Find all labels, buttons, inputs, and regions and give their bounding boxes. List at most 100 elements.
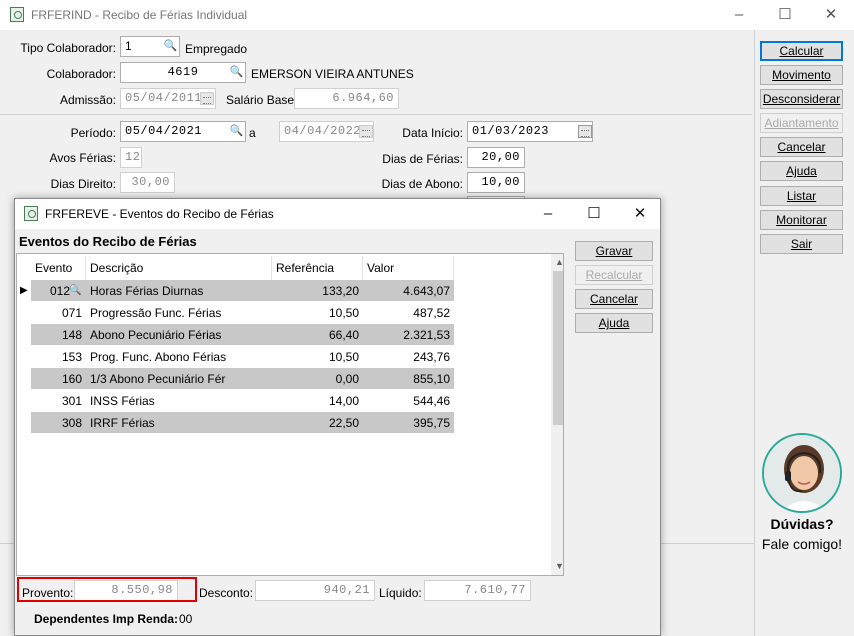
grid-vertical-scrollbar[interactable]: ▲ ▼ <box>551 254 563 575</box>
dialog-title-bar: FRFEREVE - Eventos do Recibo de Férias –… <box>15 199 660 229</box>
section-divider <box>0 114 752 115</box>
table-row[interactable]: 308 IRRF Férias 22,50 395,75 <box>17 412 457 434</box>
tipo-colaborador-search-icon[interactable]: 🔍 <box>162 37 179 56</box>
desconto-label: Desconto: <box>199 586 254 600</box>
periodo-fim-calendar-icon <box>359 125 373 138</box>
close-icon[interactable]: ✕ <box>808 0 854 30</box>
colaborador-label: Colaborador: <box>46 67 116 81</box>
dialog-app-icon <box>24 206 38 221</box>
table-row[interactable]: 148 Abono Pecuniário Férias 66,40 2.321,53 <box>17 324 457 346</box>
sair-button[interactable]: Sair <box>760 234 843 254</box>
cell-descricao: Horas Férias Diurnas <box>86 280 272 302</box>
table-row[interactable]: 153 Prog. Func. Abono Férias 10,50 243,76 <box>17 346 457 368</box>
dependentes-value: 00 <box>179 612 193 626</box>
dialog-maximize-icon[interactable]: ☐ <box>571 199 617 229</box>
bottom-divider-left <box>0 543 14 544</box>
help-title: Dúvidas? <box>770 516 834 532</box>
data-inicio-input[interactable]: 01/03/2023 <box>467 121 593 142</box>
colaborador-name: EMERSON VIEIRA ANTUNES <box>251 67 414 81</box>
col-referencia[interactable]: Referência <box>272 256 363 280</box>
cell-valor: 855,10 <box>363 368 454 390</box>
scroll-down-icon[interactable]: ▼ <box>551 558 563 575</box>
dialog-title: FRFEREVE - Eventos do Recibo de Férias <box>45 207 274 221</box>
movimento-button[interactable]: Movimento <box>760 65 843 85</box>
liquido-label: Líquido: <box>379 586 422 600</box>
eventos-grid[interactable]: Evento Descrição Referência Valor ▶ 012 Ho… <box>16 253 564 576</box>
table-row[interactable]: 160 1/3 Abono Pecuniário Fér 0,00 855,10 <box>17 368 457 390</box>
admissao-calendar-icon <box>200 92 214 105</box>
main-window-title: FRFERIND - Recibo de Férias Individual <box>31 8 248 22</box>
help-assistant-avatar[interactable] <box>762 433 842 513</box>
dialog-cancelar-button[interactable]: Cancelar <box>575 289 653 309</box>
tipo-colaborador-desc: Empregado <box>185 42 248 56</box>
recalcular-button: Recalcular <box>575 265 653 285</box>
dias-ferias-input[interactable]: 20,00 <box>467 147 525 168</box>
monitorar-button[interactable]: Monitorar <box>760 210 843 230</box>
liquido-input: 7.610,77 <box>424 580 531 601</box>
periodo-search-icon[interactable]: 🔍 <box>228 122 245 141</box>
col-descricao[interactable]: Descrição <box>86 256 272 280</box>
cell-evento: 071 <box>31 302 86 324</box>
cell-descricao: IRRF Férias <box>86 412 272 434</box>
tipo-colaborador-label: Tipo Colaborador: <box>20 41 116 55</box>
dialog-close-icon[interactable]: ✕ <box>617 199 663 229</box>
cell-descricao: INSS Férias <box>86 390 272 412</box>
salario-base-input: 6.964,60 <box>294 88 399 109</box>
dependentes-label: Dependentes Imp Renda: <box>34 612 179 626</box>
periodo-label: Período: <box>70 126 116 140</box>
cell-referencia: 66,40 <box>272 324 363 346</box>
ajuda-button[interactable]: Ajuda <box>760 161 843 181</box>
cell-referencia: 10,50 <box>272 302 363 324</box>
col-evento[interactable]: Evento <box>31 256 86 280</box>
dias-abono-label: Dias de Abono: <box>381 177 463 191</box>
data-inicio-label: Data Início: <box>402 126 463 140</box>
avos-ferias-input: 12 <box>120 147 142 168</box>
cell-evento: 160 <box>31 368 86 390</box>
table-row[interactable]: 071 Progressão Func. Férias 10,50 487,52 <box>17 302 457 324</box>
salario-base-label: Salário Base: <box>226 93 298 107</box>
dias-direito-label: Dias Direito: <box>50 177 116 191</box>
calcular-button[interactable]: Calcular <box>760 41 843 61</box>
desconsiderar-button[interactable]: Desconsiderar <box>760 89 843 109</box>
evento-search-icon[interactable]: 🔍 <box>69 280 85 302</box>
cancelar-button[interactable]: Cancelar <box>760 137 843 157</box>
cell-valor: 2.321,53 <box>363 324 454 346</box>
data-inicio-calendar-icon[interactable] <box>578 125 592 138</box>
cell-descricao: Progressão Func. Férias <box>86 302 272 324</box>
colaborador-search-icon[interactable]: 🔍 <box>228 63 245 82</box>
current-row-indicator-icon: ▶ <box>17 280 31 302</box>
cell-valor: 544,46 <box>363 390 454 412</box>
scroll-up-icon[interactable]: ▲ <box>551 254 563 271</box>
dias-direito-input: 30,00 <box>120 172 175 193</box>
cell-descricao: 1/3 Abono Pecuniário Fér <box>86 368 272 390</box>
dias-ferias-label: Dias de Férias: <box>382 152 463 166</box>
cell-valor: 395,75 <box>363 412 454 434</box>
eventos-dialog: FRFEREVE - Eventos do Recibo de Férias –… <box>14 198 661 636</box>
main-title-bar: FRFERIND - Recibo de Férias Individual –… <box>0 0 854 30</box>
maximize-icon[interactable]: ☐ <box>762 0 808 30</box>
table-row[interactable]: 301 INSS Férias 14,00 544,46 <box>17 390 457 412</box>
cell-referencia: 133,20 <box>272 280 363 302</box>
cell-referencia: 0,00 <box>272 368 363 390</box>
cell-referencia: 14,00 <box>272 390 363 412</box>
cell-evento: 308 <box>31 412 86 434</box>
dias-abono-input[interactable]: 10,00 <box>467 172 525 193</box>
dialog-ajuda-button[interactable]: Ajuda <box>575 313 653 333</box>
cell-referencia: 22,50 <box>272 412 363 434</box>
col-valor[interactable]: Valor <box>363 256 454 280</box>
periodo-a-label: a <box>249 126 256 140</box>
adiantamento-button: Adiantamento <box>760 113 843 133</box>
help-subtitle[interactable]: Fale comigo! <box>760 536 844 552</box>
provento-highlight <box>17 577 197 602</box>
listar-button[interactable]: Listar <box>760 186 843 206</box>
cell-valor: 487,52 <box>363 302 454 324</box>
cell-descricao: Prog. Func. Abono Férias <box>86 346 272 368</box>
cell-valor: 4.643,07 <box>363 280 454 302</box>
gravar-button[interactable]: Gravar <box>575 241 653 261</box>
table-row[interactable]: ▶ 012 Horas Férias Diurnas 133,20 4.643,07 🔍 <box>17 280 457 302</box>
dialog-minimize-icon[interactable]: – <box>525 199 571 229</box>
scroll-thumb[interactable] <box>553 271 563 425</box>
desconto-input: 940,21 <box>255 580 375 601</box>
bottom-divider-right <box>661 543 754 544</box>
minimize-icon[interactable]: – <box>716 0 762 30</box>
